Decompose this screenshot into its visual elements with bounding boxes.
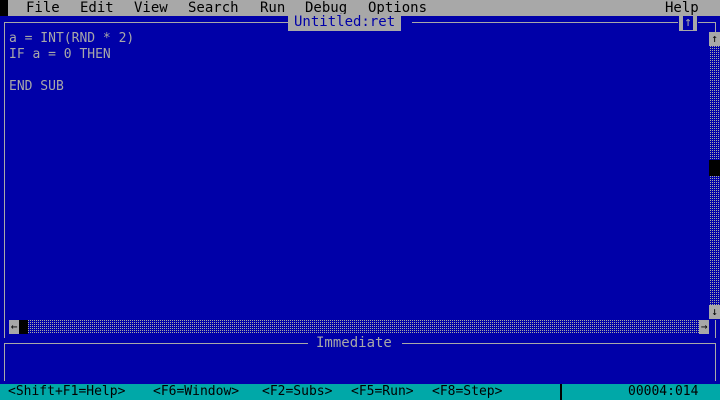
vertical-scrollbar[interactable] [709, 32, 720, 320]
maximize-button[interactable]: ↑ [679, 15, 697, 31]
scroll-right-arrow-icon[interactable]: → [699, 320, 709, 334]
horizontal-scroll-thumb[interactable] [19, 320, 28, 334]
editor-window-title: Untitled:ret [288, 14, 402, 31]
vertical-scroll-thumb[interactable] [709, 160, 720, 176]
menu-search[interactable]: Search [188, 0, 239, 16]
immediate-window-area[interactable] [5, 352, 715, 382]
status-bar: <Shift+F1=Help> <F6=Window> <F2=Subs> <F… [0, 384, 720, 400]
scroll-down-arrow-icon[interactable]: ↓ [709, 305, 720, 319]
status-key-help[interactable]: <Shift+F1=Help> [8, 384, 125, 400]
status-key-step[interactable]: <F8=Step> [432, 384, 502, 400]
scroll-up-arrow-icon[interactable]: ↑ [709, 32, 720, 46]
editor-frame-top-right [412, 22, 678, 23]
status-key-window[interactable]: <F6=Window> [153, 384, 239, 400]
menu-view[interactable]: View [134, 0, 168, 16]
menu-help[interactable]: Help [665, 0, 699, 16]
menu-bar-edge [0, 0, 8, 16]
immediate-frame-top-right [402, 343, 716, 344]
code-line[interactable]: a = INT(RND * 2) [9, 31, 134, 47]
cursor-position: 00004:014 [628, 384, 699, 399]
status-divider [560, 384, 562, 400]
code-line[interactable]: IF a = 0 THEN [9, 47, 111, 63]
editor-frame-top-left [4, 22, 288, 23]
editor-frame-top-right-end [698, 22, 716, 23]
status-key-subs[interactable]: <F2=Subs> [262, 384, 332, 400]
menu-run[interactable]: Run [260, 0, 285, 16]
editor-frame-left [4, 22, 5, 338]
scroll-left-arrow-icon[interactable]: ← [9, 320, 19, 334]
horizontal-scrollbar[interactable] [9, 320, 709, 334]
code-line[interactable]: END SUB [9, 79, 64, 95]
immediate-frame-right [715, 343, 716, 381]
maximize-arrow-icon: ↑ [683, 15, 693, 30]
status-key-run[interactable]: <F5=Run> [351, 384, 414, 400]
immediate-window-title: Immediate [308, 335, 400, 351]
menu-file[interactable]: File [26, 0, 60, 16]
menu-edit[interactable]: Edit [80, 0, 114, 16]
immediate-frame-top-left [4, 343, 308, 344]
